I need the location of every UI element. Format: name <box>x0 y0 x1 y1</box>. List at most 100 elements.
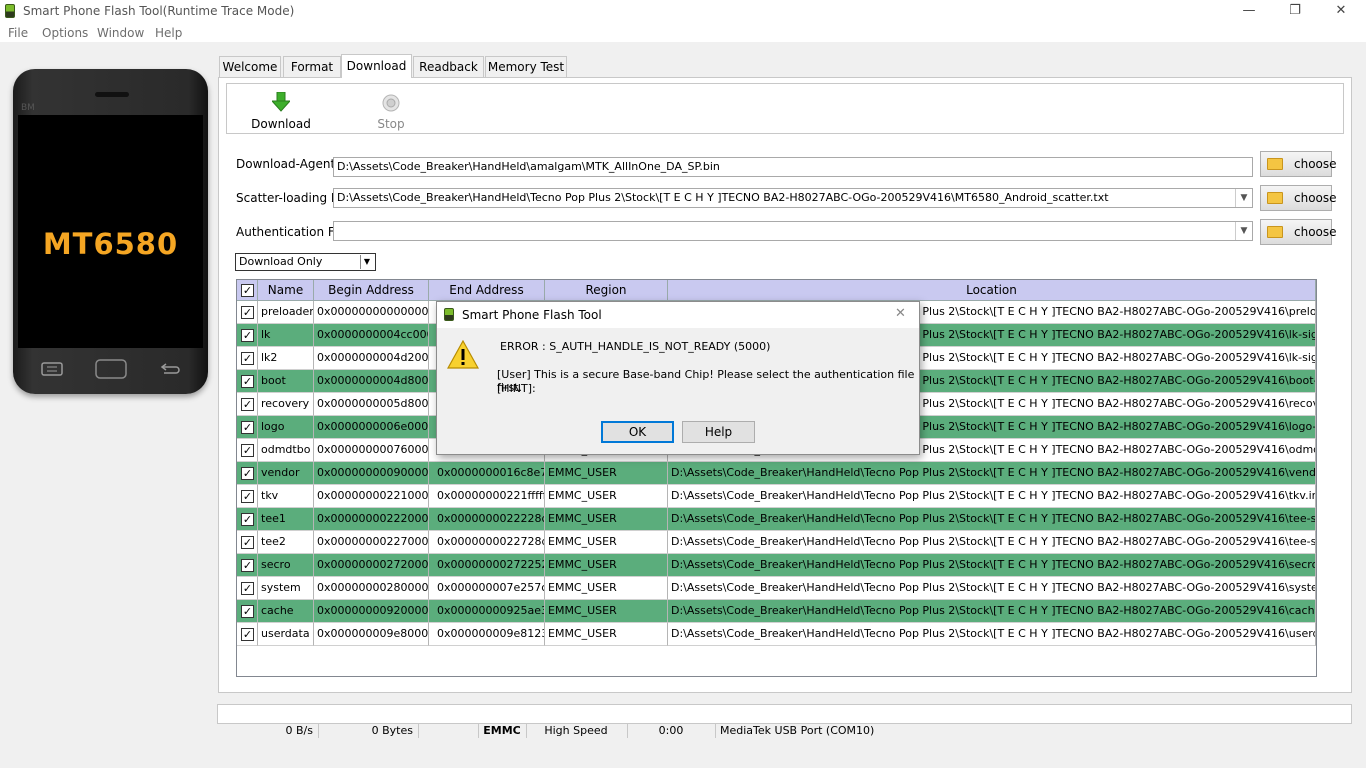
column-header-name[interactable]: Name <box>258 280 314 301</box>
menu-options[interactable]: Options <box>42 26 88 40</box>
row-checkbox-cell[interactable]: ✓ <box>237 370 258 393</box>
window-title: Smart Phone Flash Tool(Runtime Trace Mod… <box>23 4 295 18</box>
row-checkbox-cell[interactable]: ✓ <box>237 623 258 646</box>
download-agent-choose-button[interactable]: choose <box>1260 151 1337 177</box>
download-button[interactable]: Download <box>249 86 313 132</box>
choose-label: choose <box>1294 225 1337 239</box>
menu-window[interactable]: Window <box>97 26 144 40</box>
row-checkbox[interactable]: ✓ <box>241 513 254 526</box>
row-checkbox-cell[interactable]: ✓ <box>237 324 258 347</box>
row-checkbox[interactable]: ✓ <box>241 559 254 572</box>
menu-help[interactable]: Help <box>155 26 182 40</box>
table-row[interactable]: ✓ system0x00000000280000000x000000007e257… <box>237 577 1316 600</box>
menu-file[interactable]: File <box>8 26 28 40</box>
end-address: 0x00000000221fffff <box>429 485 545 508</box>
phone-speaker <box>95 92 129 97</box>
dialog-title: Smart Phone Flash Tool <box>462 308 602 322</box>
table-row[interactable]: ✓ cache0x00000000920000000x00000000925ae3… <box>237 600 1316 623</box>
download-agent-field[interactable]: D:\Assets\Code_Breaker\HandHeld\amalgam\… <box>333 157 1253 177</box>
auth-file-combobox[interactable]: ▼ <box>333 221 1253 241</box>
tab-format[interactable]: Format <box>283 56 341 77</box>
row-checkbox-cell[interactable]: ✓ <box>237 577 258 600</box>
dialog-message-text: [User] This is a secure Base-band Chip! … <box>497 368 915 394</box>
table-row[interactable]: ✓ vendor0x00000000090000000x0000000016c8e… <box>237 462 1316 485</box>
row-checkbox[interactable]: ✓ <box>241 352 254 365</box>
row-checkbox-cell[interactable]: ✓ <box>237 347 258 370</box>
row-checkbox[interactable]: ✓ <box>241 398 254 411</box>
column-header-region[interactable]: Region <box>545 280 668 301</box>
folder-icon <box>1267 192 1283 204</box>
partition-name: tee1 <box>258 508 314 531</box>
auth-file-choose-button[interactable]: choose <box>1260 219 1337 245</box>
tab-memory-test[interactable]: Memory Test <box>485 56 567 77</box>
partition-name: secro <box>258 554 314 577</box>
chip-label: MT6580 <box>42 227 179 261</box>
row-checkbox[interactable]: ✓ <box>241 490 254 503</box>
table-row[interactable]: ✓ tee10x00000000222000000x0000000022228d2… <box>237 508 1316 531</box>
region: EMMC_USER <box>545 600 668 623</box>
row-checkbox-cell[interactable]: ✓ <box>237 531 258 554</box>
table-row[interactable]: ✓ secro0x00000000272000000x00000000272252… <box>237 554 1316 577</box>
stop-button[interactable]: Stop <box>371 86 411 132</box>
toolbar: Download Stop <box>226 83 1344 134</box>
row-checkbox-cell[interactable]: ✓ <box>237 301 258 324</box>
row-checkbox[interactable]: ✓ <box>241 444 254 457</box>
tab-readback[interactable]: Readback <box>413 56 484 77</box>
dialog-close-button[interactable]: ✕ <box>895 306 906 321</box>
row-checkbox[interactable]: ✓ <box>241 536 254 549</box>
minimize-button[interactable]: — <box>1226 0 1272 24</box>
row-checkbox-cell[interactable]: ✓ <box>237 439 258 462</box>
status-time: 0:00 <box>658 724 684 737</box>
row-checkbox[interactable]: ✓ <box>241 329 254 342</box>
row-checkbox-cell[interactable]: ✓ <box>237 462 258 485</box>
column-header-begin-address[interactable]: Begin Address <box>314 280 429 301</box>
status-bytes: 0 Bytes <box>371 724 413 737</box>
ok-button[interactable]: OK <box>601 421 674 443</box>
row-checkbox[interactable]: ✓ <box>241 605 254 618</box>
column-header-location[interactable]: Location <box>668 280 1316 301</box>
select-all-header[interactable]: ✓ <box>237 280 258 301</box>
row-checkbox-cell[interactable]: ✓ <box>237 600 258 623</box>
table-row[interactable]: ✓ tee20x00000000227000000x0000000022728d2… <box>237 531 1316 554</box>
partition-name: system <box>258 577 314 600</box>
table-row[interactable]: ✓ tkv0x00000000221000000x00000000221fffff… <box>237 485 1316 508</box>
help-button[interactable]: Help <box>682 421 755 443</box>
chevron-down-icon[interactable]: ▼ <box>1235 189 1252 207</box>
tab-welcome[interactable]: Welcome <box>219 56 281 77</box>
row-checkbox[interactable]: ✓ <box>241 467 254 480</box>
region: EMMC_USER <box>545 577 668 600</box>
table-row[interactable]: ✓ userdata0x000000009e8000000x000000009e8… <box>237 623 1316 646</box>
select-all-checkbox[interactable]: ✓ <box>241 284 254 297</box>
row-checkbox-cell[interactable]: ✓ <box>237 416 258 439</box>
row-checkbox[interactable]: ✓ <box>241 582 254 595</box>
row-checkbox-cell[interactable]: ✓ <box>237 485 258 508</box>
begin-address: 0x0000000022200000 <box>314 508 429 531</box>
close-button[interactable]: ✕ <box>1318 0 1364 24</box>
tab-download[interactable]: Download <box>341 54 412 78</box>
scatter-file-choose-button[interactable]: choose <box>1260 185 1337 211</box>
row-checkbox[interactable]: ✓ <box>241 375 254 388</box>
chevron-down-icon[interactable]: ▼ <box>360 255 373 269</box>
phone-illustration: BM MT6580 <box>13 69 208 394</box>
restore-button[interactable]: ❐ <box>1272 0 1318 24</box>
row-checkbox-cell[interactable]: ✓ <box>237 554 258 577</box>
column-header-end-address[interactable]: End Address <box>429 280 545 301</box>
row-checkbox-cell[interactable]: ✓ <box>237 393 258 416</box>
row-checkbox[interactable]: ✓ <box>241 306 254 319</box>
download-agent-label: Download-Agent <box>236 157 336 171</box>
phone-brand: BM <box>21 103 35 113</box>
chevron-down-icon[interactable]: ▼ <box>1235 222 1252 240</box>
mode-select[interactable]: Download Only ▼ <box>235 253 376 271</box>
status-storage: EMMC <box>483 724 521 737</box>
region: EMMC_USER <box>545 485 668 508</box>
begin-address: 0x0000000007600000 <box>314 439 429 462</box>
progress-bar <box>217 704 1352 724</box>
row-checkbox[interactable]: ✓ <box>241 628 254 641</box>
row-checkbox[interactable]: ✓ <box>241 421 254 434</box>
region: EMMC_USER <box>545 531 668 554</box>
scatter-file-combobox[interactable]: D:\Assets\Code_Breaker\HandHeld\Tecno Po… <box>333 188 1253 208</box>
back-key-icon <box>159 362 181 379</box>
location: D:\Assets\Code_Breaker\HandHeld\Tecno Po… <box>668 577 1316 600</box>
end-address: 0x000000007e257cff <box>429 577 545 600</box>
row-checkbox-cell[interactable]: ✓ <box>237 508 258 531</box>
